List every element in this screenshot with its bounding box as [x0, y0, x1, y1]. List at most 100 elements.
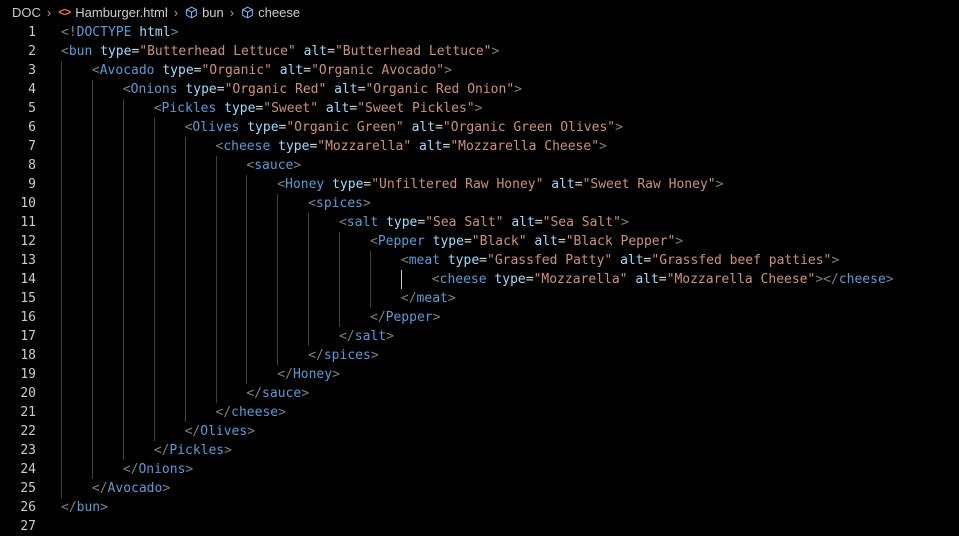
code-text: <!DOCTYPE html> [61, 23, 178, 42]
code-line[interactable]: 1 <!DOCTYPE html> [0, 23, 959, 42]
code-line[interactable]: 18 </spices> [0, 346, 959, 365]
indent-guide [308, 308, 309, 327]
code-token: </ [215, 405, 232, 420]
code-line[interactable]: 16 </Pepper> [0, 308, 959, 327]
indent-guide [339, 251, 340, 270]
code-text: <Pickles type="Sweet" alt="Sweet Pickles… [154, 99, 483, 118]
indent-guide [154, 251, 155, 270]
indent-guide [92, 175, 93, 194]
code-line[interactable]: 13 <meat type="Grassfed Patty" alt="Grass… [0, 251, 959, 270]
breadcrumb-label: Hamburger.html [75, 4, 168, 20]
code-token: bun [76, 500, 101, 515]
indent-guide [308, 327, 309, 346]
indent-guide [61, 232, 62, 251]
code-line[interactable]: 26 </bun> [0, 498, 959, 517]
code-line[interactable]: 22 </Olives> [0, 422, 959, 441]
code-line[interactable]: 27 [0, 517, 959, 536]
breadcrumb-label: cheese [258, 4, 301, 20]
code-line[interactable]: 10 <spices> [0, 194, 959, 213]
code-token: Honey [285, 177, 325, 192]
code-token: spices [323, 348, 371, 363]
indent-guide [92, 441, 93, 460]
code-token: = [216, 82, 225, 97]
code-line[interactable]: 20 </sauce> [0, 384, 959, 403]
indent-guide [92, 213, 93, 232]
indent-guide [92, 403, 93, 422]
code-token: Onions [138, 462, 186, 477]
breadcrumb-item-3[interactable]: cheese [239, 5, 302, 20]
code-token: type [185, 82, 217, 97]
indent-guide [92, 80, 93, 99]
code-line[interactable]: 23 </Pickles> [0, 441, 959, 460]
indent-guide [61, 213, 62, 232]
indent-guide [123, 194, 124, 213]
indent-guide [61, 289, 62, 308]
indent-guide [216, 175, 217, 194]
code-line[interactable]: 2 <bun type="Butterhead Lettuce" alt="But… [0, 42, 959, 61]
indent-guide [246, 194, 247, 213]
code-text: <Honey type="Unfiltered Raw Honey" alt="… [277, 175, 723, 194]
indent-guide [216, 308, 217, 327]
indent-guide [123, 365, 124, 384]
code-line[interactable]: 6 <Olives type="Organic Green" alt="Organ… [0, 118, 959, 137]
indent-guide [61, 251, 62, 270]
code-line[interactable]: 12 <Pepper type="Black" alt="Black Pepper… [0, 232, 959, 251]
indent-guide [308, 232, 309, 251]
breadcrumb-item-1[interactable]: <> Hamburger.html [56, 5, 170, 20]
code-line[interactable]: 15 </meat> [0, 289, 959, 308]
indent-guide [154, 118, 155, 137]
code-line[interactable]: 21 </cheese> [0, 403, 959, 422]
indent-guide [61, 118, 62, 137]
code-line[interactable]: 19 </Honey> [0, 365, 959, 384]
code-token: <! [61, 25, 77, 40]
indent-guide [216, 251, 217, 270]
indent-guide [154, 175, 155, 194]
code-line[interactable]: 9 <Honey type="Unfiltered Raw Honey" alt=… [0, 175, 959, 194]
indent-guide [308, 213, 309, 232]
indent-guide [154, 289, 155, 308]
code-token: > [474, 101, 483, 116]
code-token: meat [408, 253, 441, 268]
code-token: "Butterhead Lettuce" [139, 44, 296, 59]
line-number: 25 [20, 481, 36, 496]
indent-guide [339, 308, 340, 327]
line-number: 19 [20, 367, 36, 382]
code-line[interactable]: 24 </Onions> [0, 460, 959, 479]
code-line[interactable]: 11 <salt type="Sea Salt" alt="Sea Salt"> [0, 213, 959, 232]
breadcrumb-item-2[interactable]: bun [183, 5, 226, 20]
code-token: > [386, 329, 394, 344]
code-line[interactable]: 25 </Avocado> [0, 479, 959, 498]
code-line[interactable]: 5 <Pickles type="Sweet" alt="Sweet Pickle… [0, 99, 959, 118]
line-number: 4 [28, 82, 36, 97]
indent-guide [370, 251, 371, 270]
code-line[interactable]: 8 <sauce> [0, 156, 959, 175]
code-token: = [534, 215, 543, 230]
indent-guide [185, 175, 186, 194]
code-token: type [432, 234, 464, 249]
code-line[interactable]: 7 <cheese type="Mozzarella" alt="Mozzarel… [0, 137, 959, 156]
code-text: </Pepper> [370, 308, 440, 327]
line-number: 17 [20, 329, 36, 344]
code-line[interactable]: 4 <Onions type="Organic Red" alt="Organic… [0, 80, 959, 99]
code-token: "Mozzarella" [533, 272, 628, 287]
code-editor[interactable]: 1 <!DOCTYPE html> 2 <bun type="Butterhead L… [0, 22, 959, 534]
code-token: "Sweet Pickles" [357, 101, 475, 116]
code-token: type [494, 272, 526, 287]
code-line[interactable]: 17 </salt> [0, 327, 959, 346]
indent-guide [92, 194, 93, 213]
indent-guide [61, 346, 62, 365]
code-token: = [658, 272, 667, 287]
code-token: < [153, 101, 162, 116]
code-token: cheese [439, 272, 487, 287]
code-token: > [301, 386, 310, 401]
code-line[interactable]: 14 <cheese type="Mozzarella" alt="Mozzare… [0, 270, 959, 289]
indent-guide [61, 441, 62, 460]
breadcrumb-item-0[interactable]: DOC [0, 5, 43, 20]
code-line[interactable]: 3 <Avocado type="Organic" alt="Organic Av… [0, 61, 959, 80]
